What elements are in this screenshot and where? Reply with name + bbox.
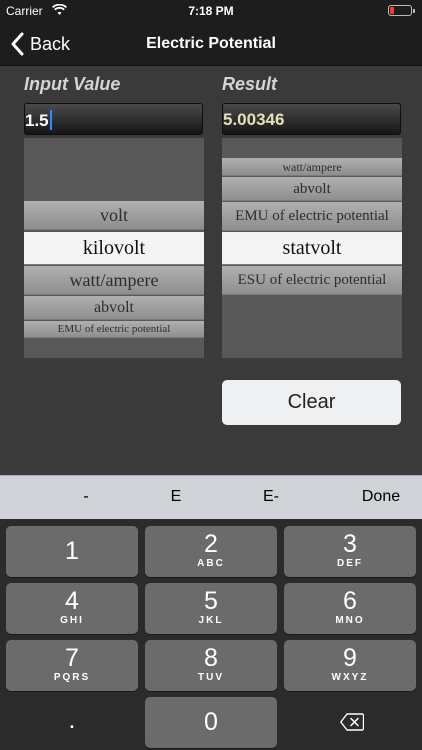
key-digit: 2: [204, 530, 218, 558]
key-8[interactable]: 8 TUV: [145, 640, 277, 691]
text-caret: [49, 110, 52, 130]
key-letters: TUV: [198, 672, 224, 683]
picker-row-selected[interactable]: kilovolt: [24, 232, 204, 265]
key-letters: ABC: [197, 558, 225, 569]
result-value-field: 5.00346: [222, 103, 401, 135]
key-decimal-point[interactable]: .: [6, 697, 138, 748]
status-bar: Carrier 7:18 PM: [0, 0, 422, 22]
key-digit: 8: [204, 644, 218, 672]
picker-row[interactable]: volt: [24, 201, 204, 230]
picker-row[interactable]: EMU of electric potential: [24, 321, 204, 338]
key-letters: PQRS: [53, 672, 91, 683]
key-0[interactable]: 0: [145, 697, 277, 748]
numeric-keypad: 1 2 ABC 3 DEF 4 GHI 5 JKL 6 MNO 7 PQRS 8…: [0, 519, 422, 750]
picker-row[interactable]: abvolt: [222, 177, 402, 201]
clear-button[interactable]: Clear: [222, 380, 401, 425]
picker-row[interactable]: watt/ampere: [24, 266, 204, 295]
key-letters: MNO: [335, 615, 365, 626]
key-digit: 3: [343, 530, 357, 558]
key-7[interactable]: 7 PQRS: [6, 640, 138, 691]
key-5[interactable]: 5 JKL: [145, 583, 277, 634]
exponent-key[interactable]: E: [166, 488, 186, 506]
picker-row[interactable]: watt/ampere: [222, 158, 402, 176]
key-letters: DEF: [337, 558, 363, 569]
result-value-text: 5.00346: [223, 110, 285, 129]
battery-icon: [388, 5, 415, 16]
key-digit: .: [68, 706, 76, 734]
input-value-text: 1.5: [25, 111, 49, 130]
page-title: Electric Potential: [146, 35, 276, 52]
done-button[interactable]: Done: [356, 488, 406, 506]
key-6[interactable]: 6 MNO: [284, 583, 416, 634]
keyboard-accessory-bar: - E E- Done: [0, 475, 422, 519]
key-9[interactable]: 9 WXYZ: [284, 640, 416, 691]
picker-row-selected[interactable]: statvolt: [222, 232, 402, 265]
key-digit: 4: [65, 587, 79, 615]
to-unit-picker[interactable]: watt/ampere abvolt EMU of electric poten…: [222, 138, 402, 358]
picker-row[interactable]: abvolt: [24, 296, 204, 320]
key-digit: 9: [343, 644, 357, 672]
key-4[interactable]: 4 GHI: [6, 583, 138, 634]
key-digit: 5: [204, 587, 218, 615]
key-1[interactable]: 1: [6, 526, 138, 577]
key-digit: 7: [65, 644, 79, 672]
key-2[interactable]: 2 ABC: [145, 526, 277, 577]
backspace-icon: [340, 713, 364, 731]
key-digit: 0: [204, 708, 218, 736]
picker-row[interactable]: EMU of electric potential: [222, 202, 402, 231]
picker-row[interactable]: ESU of electric potential: [222, 266, 402, 295]
result-label: Result: [222, 74, 278, 94]
navigation-bar: Back Electric Potential: [0, 22, 422, 66]
from-unit-picker[interactable]: volt kilovolt watt/ampere abvolt EMU of …: [24, 138, 204, 358]
key-letters: GHI: [60, 615, 84, 626]
key-letters: WXYZ: [331, 672, 369, 683]
status-time: 7:18 PM: [188, 4, 234, 18]
key-letters: JKL: [198, 615, 224, 626]
key-digit: 1: [65, 537, 79, 565]
input-value-field[interactable]: 1.5: [24, 103, 203, 135]
minus-key[interactable]: -: [78, 488, 94, 506]
input-value-label: Input Value: [24, 74, 121, 94]
key-3[interactable]: 3 DEF: [284, 526, 416, 577]
key-digit: 6: [343, 587, 357, 615]
backspace-key[interactable]: [284, 697, 416, 748]
negative-exponent-key[interactable]: E-: [258, 488, 284, 506]
